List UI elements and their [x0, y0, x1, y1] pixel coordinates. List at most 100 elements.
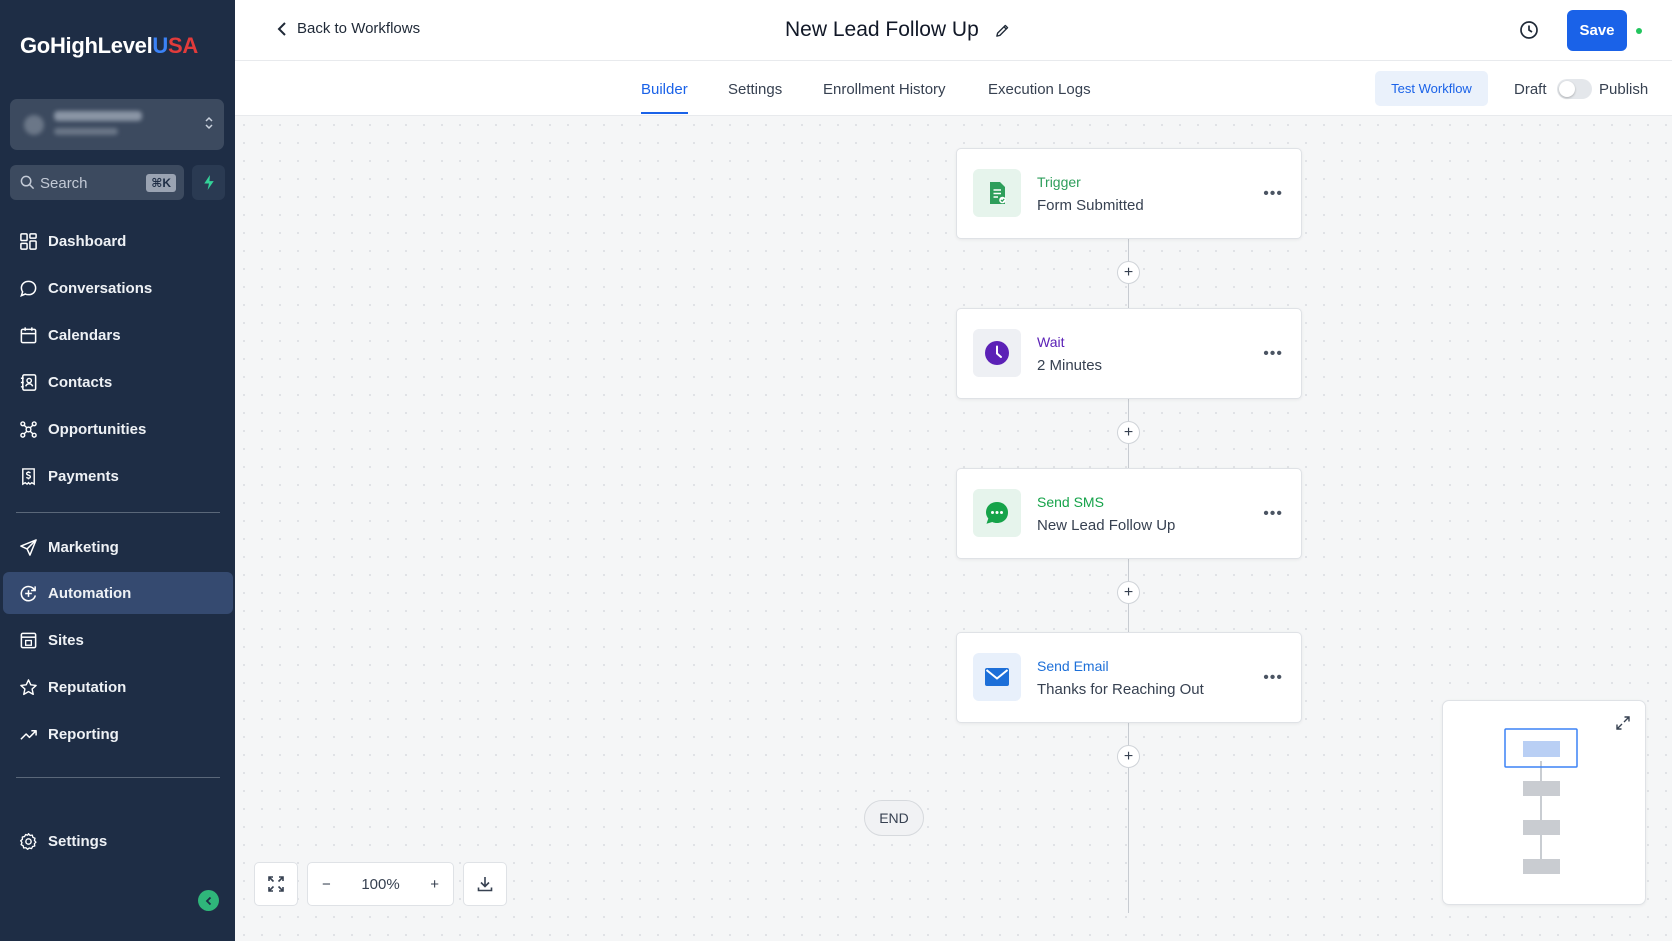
- workflow-title-text: New Lead Follow Up: [785, 18, 979, 41]
- publish-toggle[interactable]: [1557, 79, 1592, 99]
- workflow-node-wait[interactable]: Wait 2 Minutes •••: [956, 308, 1302, 399]
- zoom-controls: − 100% +: [307, 862, 454, 906]
- node-type: Send SMS: [1037, 494, 1104, 510]
- workflow-node-trigger[interactable]: Trigger Form Submitted •••: [956, 148, 1302, 239]
- sidebar-divider: [16, 512, 220, 513]
- sidebar-item-sites[interactable]: Sites: [3, 619, 233, 661]
- workflow-end-node: END: [864, 800, 924, 836]
- tab-enrollment-history[interactable]: Enrollment History: [823, 81, 946, 112]
- sidebar-item-opportunities[interactable]: Opportunities: [3, 408, 233, 450]
- minimap[interactable]: [1442, 700, 1646, 905]
- sidebar-item-label: Contacts: [48, 373, 113, 391]
- more-options-icon[interactable]: •••: [1263, 669, 1283, 687]
- pencil-icon[interactable]: [995, 23, 1010, 38]
- sidebar-item-label: Payments: [48, 467, 119, 485]
- tab-settings[interactable]: Settings: [728, 81, 782, 112]
- automation-icon: [20, 585, 37, 601]
- sidebar-item-reputation[interactable]: Reputation: [3, 666, 233, 708]
- node-type: Send Email: [1037, 658, 1109, 674]
- tab-builder[interactable]: Builder: [641, 81, 688, 114]
- add-step-button[interactable]: +: [1117, 745, 1140, 768]
- test-workflow-button[interactable]: Test Workflow: [1375, 71, 1488, 106]
- fit-to-screen-button[interactable]: [254, 862, 298, 906]
- clock-icon: [973, 329, 1021, 377]
- search-input[interactable]: Search ⌘K: [10, 165, 184, 200]
- sidebar-item-label: Calendars: [48, 326, 121, 344]
- form-icon: [973, 169, 1021, 217]
- sidebar-item-settings[interactable]: Settings: [3, 820, 233, 862]
- sites-icon: [20, 632, 37, 648]
- account-avatar: [24, 115, 44, 135]
- back-to-workflows-link[interactable]: Back to Workflows: [277, 20, 420, 37]
- workflow-header: Back to Workflows New Lead Follow Up Sav…: [235, 0, 1672, 61]
- gear-icon: [20, 832, 37, 850]
- sidebar-item-label: Conversations: [48, 279, 153, 297]
- node-detail: Form Submitted: [1037, 197, 1144, 214]
- search-shortcut-badge: ⌘K: [146, 174, 176, 192]
- download-button[interactable]: [463, 862, 507, 906]
- zoom-in-button[interactable]: +: [430, 876, 439, 893]
- sms-icon: [973, 489, 1021, 537]
- search-label: Search: [40, 175, 88, 192]
- workflow-tabs: Builder Settings Enrollment History Exec…: [235, 61, 1672, 116]
- sidebar-item-contacts[interactable]: Contacts: [3, 361, 233, 403]
- expand-minimap-icon[interactable]: [1615, 715, 1631, 731]
- workflow-node-send-email[interactable]: Send Email Thanks for Reaching Out •••: [956, 632, 1302, 723]
- sidebar-item-label: Opportunities: [48, 420, 147, 438]
- sidebar: GoHighLevelUSA Search ⌘K Dashboard Conve…: [0, 0, 235, 941]
- mail-icon: [973, 653, 1021, 701]
- more-options-icon[interactable]: •••: [1263, 185, 1283, 203]
- chevron-left-icon: [205, 896, 211, 905]
- dashboard-icon: [20, 232, 37, 250]
- minimap-preview: [1504, 728, 1578, 874]
- sidebar-item-automation[interactable]: Automation: [3, 572, 233, 614]
- send-icon: [20, 538, 37, 556]
- quick-actions-button[interactable]: [192, 165, 225, 200]
- zoom-out-button[interactable]: −: [322, 876, 331, 893]
- draft-label: Draft: [1514, 81, 1547, 98]
- sidebar-item-reporting[interactable]: Reporting: [3, 713, 233, 755]
- search-icon: [20, 175, 35, 190]
- account-subtitle-blurred: [54, 128, 118, 135]
- calendar-icon: [20, 326, 37, 343]
- sidebar-divider: [16, 777, 220, 778]
- clock-icon: [1520, 21, 1538, 39]
- sidebar-item-label: Settings: [48, 832, 108, 850]
- add-step-button[interactable]: +: [1117, 261, 1140, 284]
- node-type: Trigger: [1037, 174, 1081, 190]
- workflow-node-send-sms[interactable]: Send SMS New Lead Follow Up •••: [956, 468, 1302, 559]
- zoom-level: 100%: [361, 875, 400, 893]
- account-switcher[interactable]: [10, 99, 224, 150]
- node-detail: 2 Minutes: [1037, 357, 1103, 374]
- expand-icon: [268, 876, 284, 892]
- sidebar-item-label: Dashboard: [48, 232, 127, 250]
- node-type: Wait: [1037, 334, 1065, 350]
- trend-icon: [20, 729, 37, 740]
- star-icon: [20, 678, 37, 695]
- opportunities-icon: [20, 420, 37, 438]
- chevron-updown-icon: [204, 115, 214, 132]
- add-step-button[interactable]: +: [1117, 421, 1140, 444]
- version-history-button[interactable]: [1519, 20, 1539, 45]
- status-dot: [1636, 28, 1642, 34]
- contacts-icon: [20, 373, 37, 391]
- more-options-icon[interactable]: •••: [1263, 505, 1283, 523]
- sidebar-item-payments[interactable]: Payments: [3, 455, 233, 497]
- chat-icon: [20, 280, 37, 297]
- add-step-button[interactable]: +: [1117, 581, 1140, 604]
- node-detail: New Lead Follow Up: [1037, 517, 1176, 534]
- brand-logo[interactable]: GoHighLevelUSA: [20, 33, 198, 59]
- payments-icon: [22, 467, 35, 485]
- more-options-icon[interactable]: •••: [1263, 345, 1283, 363]
- sidebar-item-conversations[interactable]: Conversations: [3, 267, 233, 309]
- tab-execution-logs[interactable]: Execution Logs: [988, 81, 1091, 112]
- sidebar-item-dashboard[interactable]: Dashboard: [3, 220, 233, 262]
- sidebar-item-calendars[interactable]: Calendars: [3, 314, 233, 356]
- save-button[interactable]: Save: [1567, 10, 1627, 51]
- toggle-knob: [1559, 81, 1575, 97]
- node-detail: Thanks for Reaching Out: [1037, 681, 1204, 698]
- sidebar-item-marketing[interactable]: Marketing: [3, 526, 233, 568]
- bolt-icon: [203, 174, 214, 191]
- workflow-title: New Lead Follow Up: [785, 18, 1010, 42]
- collapse-sidebar-button[interactable]: [198, 890, 219, 911]
